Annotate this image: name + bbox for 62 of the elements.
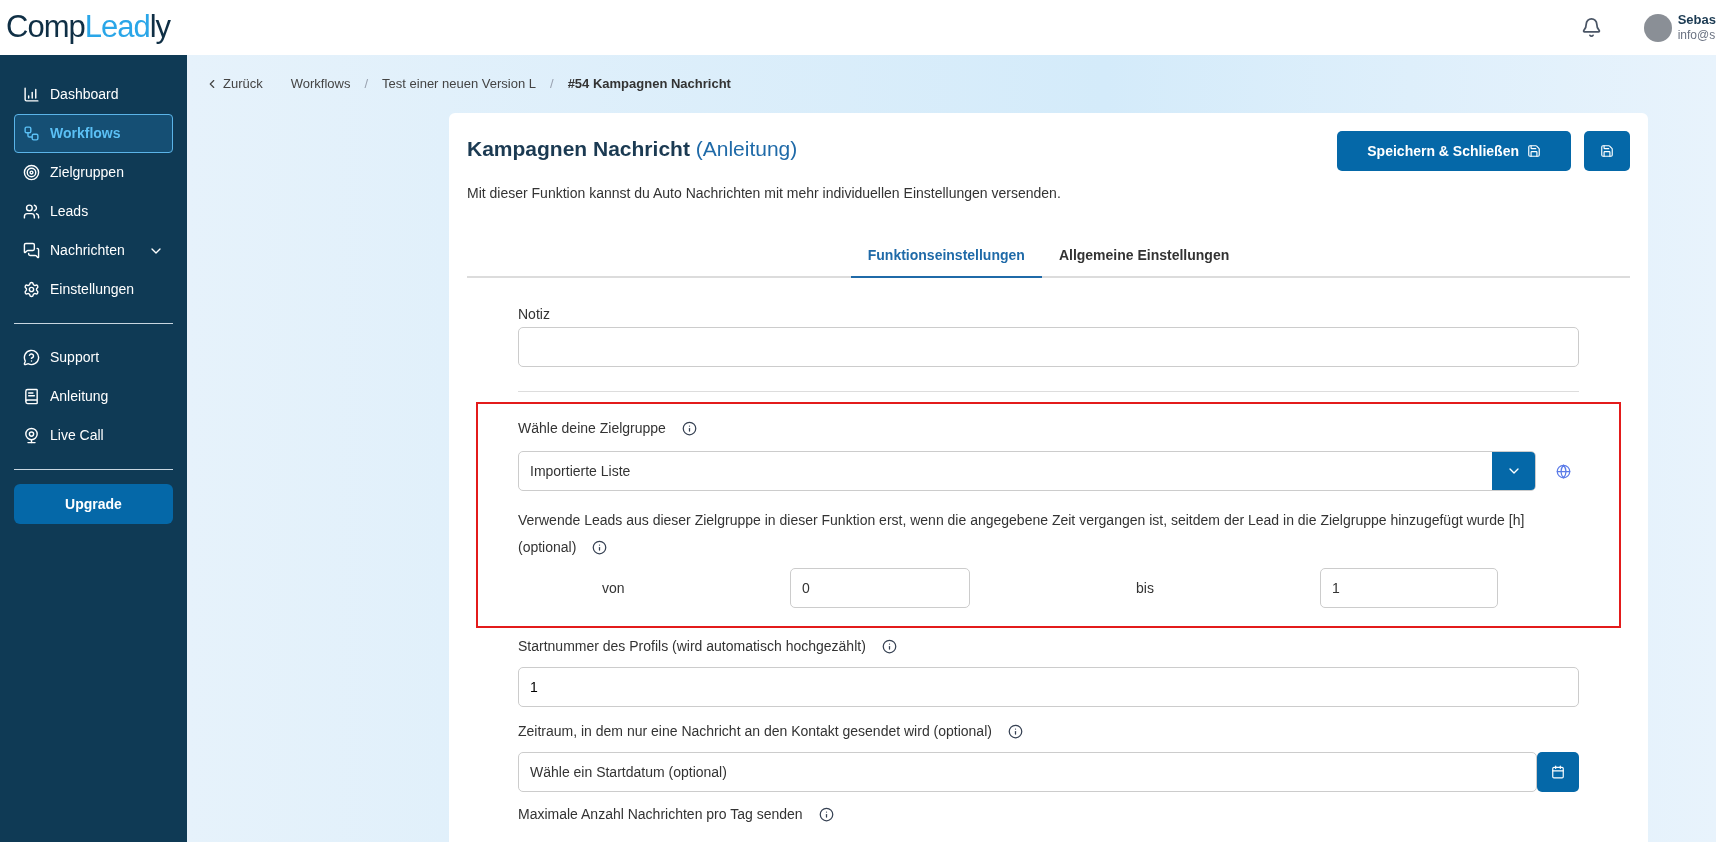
field-label: Verwende Leads aus dieser Zielgruppe in dieser Funktion erst, wenn die angegebene Zeit vergangen ist, seitdem der Lead in die Zielgruppe hinzugefügt wurde [h] <box>518 511 1526 530</box>
sidebar-item[interactable]: Zielgruppen <box>14 153 173 192</box>
logo: CompLeadly <box>5 8 171 47</box>
field-label: Zeitraum, in dem nur eine Nachricht an den Kontakt gesendet wird (optional) <box>518 722 992 741</box>
sidebar-item[interactable]: Nachrichten <box>14 231 173 270</box>
field-label: Startnummer des Profils (wird automatisch hochgezählt) <box>518 637 866 656</box>
sidebar-item[interactable]: Support <box>14 338 173 377</box>
sidebar-item[interactable]: Leads <box>14 192 173 231</box>
field-label: (optional) <box>518 538 577 557</box>
breadcrumb-separator: / <box>550 75 554 94</box>
chart-icon <box>23 86 40 103</box>
back-link[interactable]: Zurück <box>205 74 263 94</box>
chat-icon <box>23 242 40 259</box>
page-title: Kampagnen Nachricht (Anleitung) <box>467 136 798 162</box>
sidebar-item[interactable]: Workflows <box>14 114 173 153</box>
info-icon <box>1007 724 1023 739</box>
to-label: bis <box>1135 578 1155 598</box>
sidebar-item[interactable]: Dashboard <box>14 75 173 114</box>
info-icon <box>881 639 897 654</box>
breadcrumb-item[interactable]: Test einer neuen Version L <box>382 74 536 94</box>
to-input[interactable]: 1 <box>1320 568 1498 608</box>
info-icon <box>592 540 608 555</box>
user-name: Sebas <box>1677 11 1716 29</box>
notification-bell-icon[interactable] <box>1580 17 1602 38</box>
calendar-icon <box>1551 765 1565 779</box>
audience-select[interactable]: Importierte Liste <box>518 451 1536 491</box>
field-label: Wähle deine Zielgruppe <box>518 419 666 438</box>
target-icon <box>23 164 40 181</box>
description: Mit dieser Funktion kannst du Auto Nachrichten mit mehr individuellen Einstellungen versenden. <box>467 184 1062 203</box>
book-icon <box>23 388 40 405</box>
info-icon <box>818 807 834 822</box>
save-icon <box>1600 144 1614 158</box>
save-close-button[interactable]: Speichern & Schließen <box>1337 131 1571 171</box>
calendar-button[interactable] <box>1537 752 1579 792</box>
users-icon <box>23 203 40 220</box>
user-email: info@s <box>1677 28 1716 44</box>
breadcrumb-separator: / <box>364 75 369 94</box>
start-date-input[interactable]: Wähle ein Startdatum (optional) <box>518 752 1537 792</box>
question-chat-icon <box>23 349 40 366</box>
avatar[interactable] <box>1643 13 1672 42</box>
from-input[interactable]: 0 <box>790 568 970 608</box>
network-icon <box>23 125 40 142</box>
from-label: von <box>601 578 626 598</box>
gear-icon <box>23 281 40 298</box>
sidebar-item[interactable]: Anleitung <box>14 377 173 416</box>
breadcrumb-item[interactable]: Workflows <box>290 74 351 94</box>
upgrade-button[interactable]: Upgrade <box>14 484 173 524</box>
field-label: Maximale Anzahl Nachrichten pro Tag senden <box>518 805 803 824</box>
start-number-input[interactable]: 1 <box>518 667 1579 707</box>
globe-icon[interactable] <box>1556 463 1571 479</box>
tab[interactable]: Funktionseinstellungen <box>850 234 1042 278</box>
save-button[interactable] <box>1584 131 1630 171</box>
note-input[interactable] <box>518 327 1579 367</box>
webcam-icon <box>23 427 40 444</box>
breadcrumb-item: #54 Kampagnen Nachricht <box>567 75 731 94</box>
sidebar-item[interactable]: Live Call <box>14 416 173 455</box>
info-icon <box>681 421 697 436</box>
save-icon <box>1527 144 1541 158</box>
tab[interactable]: Allgemeine Einstellungen <box>1041 234 1247 278</box>
field-label: Notiz <box>518 305 550 324</box>
sidebar-item[interactable]: Einstellungen <box>14 270 173 309</box>
guide-link[interactable]: (Anleitung) <box>695 137 798 160</box>
